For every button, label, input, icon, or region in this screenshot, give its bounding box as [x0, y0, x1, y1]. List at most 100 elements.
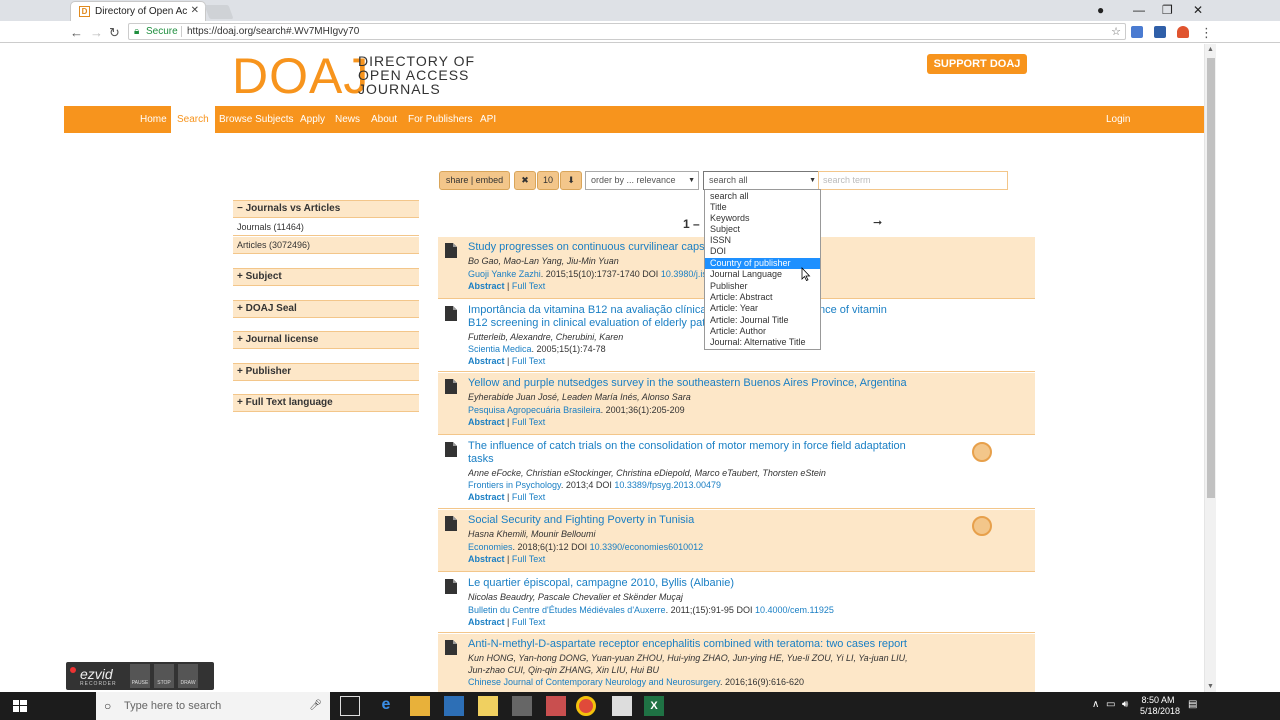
microphone-icon[interactable]: 🎤︎: [309, 692, 322, 720]
option-article-author[interactable]: Article: Author: [705, 326, 820, 337]
facet-journal-license[interactable]: + Journal license: [233, 331, 419, 349]
nav-about[interactable]: About: [371, 106, 397, 133]
paint-app-icon[interactable]: [546, 696, 566, 716]
full-text-link[interactable]: Full Text: [512, 417, 545, 427]
facet-option-articles[interactable]: Articles (3072496): [233, 237, 419, 254]
calculator-icon[interactable]: [512, 696, 532, 716]
nav-apply[interactable]: Apply: [300, 106, 325, 133]
chrome-browser-icon[interactable]: [576, 696, 596, 716]
sticky-notes-icon[interactable]: [478, 696, 498, 716]
profile-icon[interactable]: ●: [1097, 3, 1104, 17]
taskbar-clock[interactable]: 8:50 AM 5/18/2018: [1140, 695, 1180, 717]
facet-option-journals[interactable]: Journals (11464): [233, 219, 419, 236]
option-keywords[interactable]: Keywords: [705, 213, 820, 224]
tab-close-icon[interactable]: ✕: [191, 5, 199, 16]
result-title[interactable]: Le quartier épiscopal, campagne 2010, By…: [468, 577, 913, 590]
abstract-link[interactable]: Abstract: [468, 356, 505, 366]
extension-icon[interactable]: [1154, 26, 1166, 38]
nav-for-publishers[interactable]: For Publishers: [408, 106, 472, 133]
nav-browse-subjects[interactable]: Browse Subjects: [219, 106, 293, 133]
recorder-draw-button[interactable]: DRAW: [178, 664, 198, 688]
result-title[interactable]: Anti-N-methyl-D-aspartate receptor encep…: [468, 638, 938, 651]
page-scrollbar[interactable]: ▲ ▼: [1204, 44, 1216, 692]
result-journal[interactable]: Economies: [468, 542, 513, 552]
minimize-icon[interactable]: —: [1133, 3, 1145, 17]
doaj-logo[interactable]: DOAJ: [232, 48, 369, 104]
volume-icon[interactable]: 🔊︎: [1122, 699, 1128, 710]
notifications-icon[interactable]: ▤: [1188, 699, 1197, 710]
option-doi[interactable]: DOI: [705, 246, 820, 257]
nav-search[interactable]: Search: [171, 106, 215, 133]
recorder-stop-button[interactable]: STOP: [154, 664, 174, 688]
search-term-input[interactable]: search term: [818, 171, 1008, 190]
extension-icon-2[interactable]: [1177, 26, 1189, 38]
task-view-icon[interactable]: [340, 696, 360, 716]
full-text-link[interactable]: Full Text: [512, 356, 545, 366]
option-article-year[interactable]: Article: Year: [705, 303, 820, 314]
full-text-link[interactable]: Full Text: [512, 554, 545, 564]
pager-next-arrow-icon[interactable]: ➞: [873, 216, 882, 229]
result-title[interactable]: Social Security and Fighting Poverty in …: [468, 514, 913, 527]
facet-subject[interactable]: + Subject: [233, 268, 419, 286]
sort-direction-button[interactable]: ⬇: [560, 171, 582, 190]
result-journal[interactable]: Pesquisa Agropecuária Brasileira: [468, 405, 601, 415]
clear-search-button[interactable]: ✖: [514, 171, 536, 190]
full-text-link[interactable]: Full Text: [512, 281, 545, 291]
full-text-link[interactable]: Full Text: [512, 617, 545, 627]
result-title[interactable]: Study progresses on continuous curviline…: [468, 241, 913, 254]
browser-menu-icon[interactable]: ⋮: [1200, 25, 1213, 41]
result-doi[interactable]: 10.3390/economies6010012: [590, 542, 704, 552]
abstract-link[interactable]: Abstract: [468, 617, 505, 627]
result-journal[interactable]: Bulletin du Centre d'Études Médiévales d…: [468, 605, 666, 615]
browser-tab[interactable]: D Directory of Open Access ✕: [70, 1, 206, 21]
option-search-all[interactable]: search all: [705, 191, 820, 202]
scrollbar-thumb[interactable]: [1207, 58, 1215, 498]
search-field-select[interactable]: search all ▼: [703, 171, 820, 190]
bookmark-star-icon[interactable]: ☆: [1111, 25, 1121, 38]
taskbar-search-input[interactable]: ○ Type here to search 🎤︎: [96, 692, 330, 720]
network-icon[interactable]: ▭: [1106, 699, 1115, 710]
new-tab-button[interactable]: [204, 5, 234, 19]
result-journal[interactable]: Scientia Medica: [468, 344, 532, 354]
result-journal[interactable]: Chinese Journal of Contemporary Neurolog…: [468, 677, 720, 687]
option-issn[interactable]: ISSN: [705, 235, 820, 246]
result-doi[interactable]: 10.3980/j.is: [661, 269, 707, 279]
page-size-button[interactable]: 10: [537, 171, 559, 190]
option-subject[interactable]: Subject: [705, 224, 820, 235]
result-journal[interactable]: Frontiers in Psychology: [468, 480, 561, 490]
scroll-up-icon[interactable]: ▲: [1207, 46, 1214, 53]
option-publisher[interactable]: Publisher: [705, 281, 820, 292]
back-arrow-icon[interactable]: ←: [70, 25, 83, 40]
recorder-pause-button[interactable]: PAUSE: [130, 664, 150, 688]
url-text[interactable]: https://doaj.org/search#.Wv7MHIgvy70: [187, 26, 359, 37]
tray-chevron-up-icon[interactable]: ∧: [1092, 699, 1099, 710]
order-by-select[interactable]: order by ... relevance ▼: [585, 171, 699, 190]
support-doaj-button[interactable]: SUPPORT DOAJ: [927, 54, 1027, 74]
nav-news[interactable]: News: [335, 106, 360, 133]
result-doi[interactable]: 10.3389/fpsyg.2013.00479: [614, 480, 721, 490]
result-journal[interactable]: Guoji Yanke Zazhi: [468, 269, 541, 279]
result-title[interactable]: Yellow and purple nutsedges survey in th…: [468, 377, 928, 390]
result-title[interactable]: The influence of catch trials on the con…: [468, 440, 913, 466]
address-bar[interactable]: 🔒︎ Secure https://doaj.org/search#.Wv7MH…: [128, 23, 1126, 40]
share-embed-button[interactable]: share | embed: [439, 171, 510, 190]
abstract-link[interactable]: Abstract: [468, 554, 505, 564]
abstract-link[interactable]: Abstract: [468, 417, 505, 427]
nav-api[interactable]: API: [480, 106, 496, 133]
facet-publisher[interactable]: + Publisher: [233, 363, 419, 381]
file-explorer-icon[interactable]: [410, 696, 430, 716]
facet-full-text-language[interactable]: + Full Text language: [233, 394, 419, 412]
result-doi[interactable]: 10.4000/cem.11925: [755, 605, 834, 615]
document-app-icon[interactable]: [612, 696, 632, 716]
window-close-icon[interactable]: ✕: [1193, 3, 1203, 17]
scroll-down-icon[interactable]: ▼: [1207, 683, 1214, 690]
option-title[interactable]: Title: [705, 202, 820, 213]
facet-doaj-seal[interactable]: + DOAJ Seal: [233, 300, 419, 318]
option-journal-alternative-title[interactable]: Journal: Alternative Title: [705, 337, 820, 348]
excel-icon[interactable]: X: [644, 696, 664, 716]
abstract-link[interactable]: Abstract: [468, 281, 505, 291]
translate-extension-icon[interactable]: [1131, 26, 1143, 38]
option-article-journal-title[interactable]: Article: Journal Title: [705, 315, 820, 326]
edge-browser-icon[interactable]: e: [376, 696, 396, 716]
abstract-link[interactable]: Abstract: [468, 492, 505, 502]
